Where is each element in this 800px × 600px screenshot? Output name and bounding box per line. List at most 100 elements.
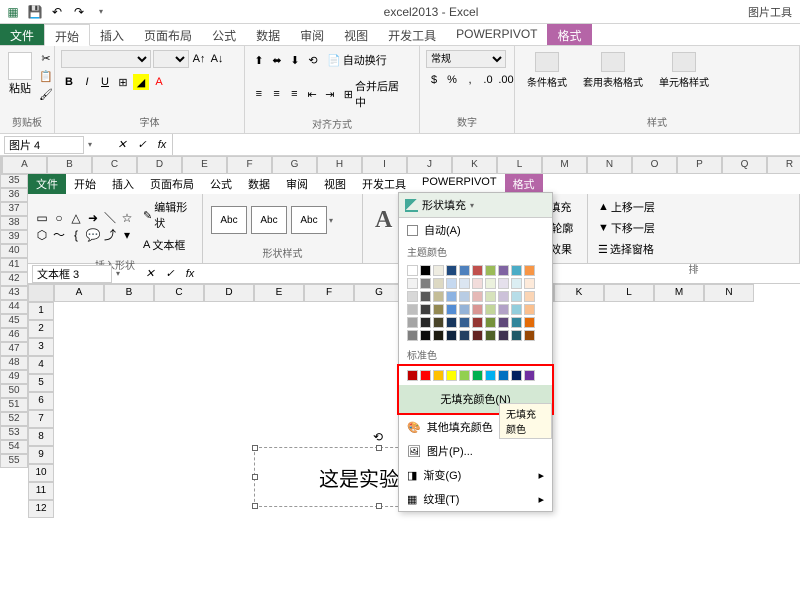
shape-style-2[interactable]: Abc [251,206,287,234]
fx-button[interactable]: fx [152,139,172,151]
color-swatch[interactable] [524,278,535,289]
col-header[interactable]: E [182,156,227,174]
emb-row-header[interactable]: 6 [28,392,54,410]
color-swatch[interactable] [420,370,431,381]
handle-nw[interactable] [252,445,258,451]
currency-button[interactable]: $ [426,72,442,88]
emb-row-header[interactable]: 11 [28,482,54,500]
col-header[interactable]: I [362,156,407,174]
row-header[interactable]: 48 [0,356,28,370]
color-swatch[interactable] [446,278,457,289]
color-swatch[interactable] [433,304,444,315]
color-swatch[interactable] [498,330,509,341]
row-header[interactable]: 52 [0,412,28,426]
color-swatch[interactable] [433,278,444,289]
shape-hex[interactable]: ⬡ [34,227,50,243]
emb-select-all[interactable] [28,284,54,302]
color-swatch[interactable] [433,330,444,341]
color-swatch[interactable] [446,291,457,302]
tab-data[interactable]: 数据 [246,24,290,45]
shape-star[interactable]: ☆ [119,210,135,226]
emb-col-header[interactable]: B [104,284,154,302]
font-color-button[interactable]: A [151,74,167,90]
color-swatch[interactable] [498,317,509,328]
copy-button[interactable]: 📋 [38,68,54,84]
color-swatch[interactable] [498,370,509,381]
col-header[interactable]: J [407,156,452,174]
tab-format[interactable]: 格式 [547,24,591,45]
emb-tab-insert[interactable]: 插入 [104,174,142,194]
row-header[interactable]: 55 [0,454,28,468]
emb-tab-file[interactable]: 文件 [28,174,66,194]
color-swatch[interactable] [407,291,418,302]
shape-arrow[interactable]: ➜ [85,210,101,226]
row-header[interactable]: 36 [0,188,28,202]
number-format-select[interactable]: 常规 [426,50,506,68]
emb-row-header[interactable]: 8 [28,428,54,446]
color-swatch[interactable] [498,265,509,276]
color-swatch[interactable] [524,330,535,341]
emb-col-header[interactable]: D [204,284,254,302]
color-swatch[interactable] [524,291,535,302]
emb-col-header[interactable]: K [554,284,604,302]
color-swatch[interactable] [446,304,457,315]
align-top[interactable]: ⬆ [251,52,267,68]
emb-row-header[interactable]: 7 [28,410,54,428]
emb-tab-home[interactable]: 开始 [66,174,104,194]
col-header[interactable]: D [137,156,182,174]
edit-shape-button[interactable]: ✎编辑形状 [139,197,196,233]
selection-pane-button[interactable]: ☰选择窗格 [594,239,793,259]
color-swatch[interactable] [498,291,509,302]
emb-row-header[interactable]: 10 [28,464,54,482]
shape-more[interactable]: ▾ [119,227,135,243]
color-swatch[interactable] [498,304,509,315]
row-header[interactable]: 41 [0,258,28,272]
emb-cancel[interactable]: ✕ [140,267,160,280]
color-swatch[interactable] [433,291,444,302]
conditional-format-button[interactable]: 条件格式 [521,50,573,91]
handle-sw[interactable] [252,503,258,509]
color-swatch[interactable] [511,317,522,328]
col-header[interactable]: B [47,156,92,174]
color-swatch[interactable] [420,278,431,289]
shape-style-more[interactable]: ▾ [329,216,333,225]
indent-dec[interactable]: ⇤ [304,86,320,102]
color-swatch[interactable] [472,265,483,276]
emb-tab-data[interactable]: 数据 [240,174,278,194]
emb-name-box[interactable] [32,265,112,283]
color-swatch[interactable] [524,304,535,315]
underline-button[interactable]: U [97,74,113,90]
handle-w[interactable] [252,474,258,480]
tab-insert[interactable]: 插入 [90,24,134,45]
shape-rect[interactable]: ▭ [34,210,50,226]
merge-center[interactable]: ⊞合并后居中 [340,76,413,112]
enter-formula[interactable]: ✓ [132,138,152,151]
tab-review[interactable]: 审阅 [290,24,334,45]
bring-forward-button[interactable]: ▲上移一层 [594,197,793,217]
col-header[interactable]: F [227,156,272,174]
emb-row-header[interactable]: 4 [28,356,54,374]
color-swatch[interactable] [407,265,418,276]
emb-row-header[interactable]: 12 [28,500,54,518]
emb-tab-view[interactable]: 视图 [316,174,354,194]
undo-button[interactable]: ↶ [48,3,66,21]
col-header[interactable]: M [542,156,587,174]
color-swatch[interactable] [472,278,483,289]
color-swatch[interactable] [420,291,431,302]
tab-developer[interactable]: 开发工具 [378,24,446,45]
shape-circle[interactable]: ○ [51,210,67,226]
color-swatch[interactable] [524,370,535,381]
shape-connector[interactable]: ⤴ [102,227,118,243]
color-swatch[interactable] [485,278,496,289]
col-header[interactable]: N [587,156,632,174]
redo-button[interactable]: ↷ [70,3,88,21]
color-swatch[interactable] [459,278,470,289]
col-header[interactable]: A [2,156,47,174]
comma-button[interactable]: , [462,72,478,88]
color-swatch[interactable] [420,265,431,276]
emb-namebox-dropdown[interactable]: ▾ [116,269,120,278]
color-swatch[interactable] [524,265,535,276]
formula-bar[interactable] [172,134,800,155]
emb-tab-dev[interactable]: 开发工具 [354,174,414,194]
row-header[interactable]: 39 [0,230,28,244]
